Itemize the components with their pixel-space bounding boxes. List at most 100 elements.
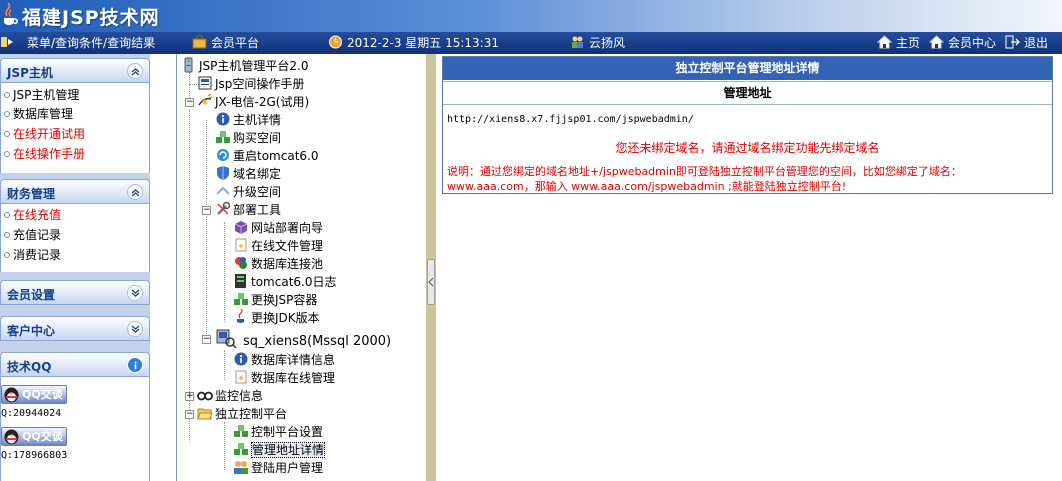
cubes-icon: [234, 293, 248, 305]
tree-tomcat-log[interactable]: tomcat6.0日志: [233, 273, 336, 291]
info-circle-icon: [234, 352, 248, 366]
satellite-icon: [198, 93, 213, 106]
bullet-icon: [4, 111, 10, 117]
tree-root[interactable]: JSP主机管理平台2.0: [181, 57, 308, 75]
java-cup-icon: [4, 2, 18, 25]
qq-chat-button-1[interactable]: QQ交谈: [1, 385, 67, 404]
collapse-icon[interactable]: [127, 63, 143, 79]
tree-host[interactable]: JX-电信-2G(试用): [197, 93, 309, 111]
tree-console[interactable]: 独立控制平台: [197, 405, 287, 423]
menu-toggle[interactable]: 菜单/查询条件/查询结果: [0, 35, 155, 51]
house-icon: [929, 35, 944, 49]
tree-monitor[interactable]: 监控信息: [197, 387, 263, 405]
qq-penguin-icon: [4, 429, 19, 445]
package-icon: [234, 221, 248, 234]
sidebar-item-recharge[interactable]: 在线充值: [3, 206, 61, 224]
tools-icon: [217, 201, 231, 215]
cubes-icon: [216, 131, 230, 143]
tree-database[interactable]: sq_xiens8(Mssql 2000): [215, 328, 391, 349]
splitter-handle[interactable]: [427, 259, 435, 305]
panel-tech-qq-title: 技术QQ: [7, 360, 52, 374]
db-server-icon: [216, 329, 237, 348]
tree-domain-binding[interactable]: 域名绑定: [215, 165, 281, 183]
sidebar-item-consumption-records[interactable]: 消费记录: [3, 246, 61, 264]
left-sidebar: JSP主机 JSP主机管理 数据库管理 在线开通试用 在线操作手册 财务管理 在…: [0, 54, 150, 481]
collapse-icon[interactable]: [127, 184, 143, 200]
member-platform-label: 会员平台: [211, 36, 260, 50]
tree-deploy-tools[interactable]: 部署工具: [215, 201, 281, 219]
detail-note-line-1: 说明：通过您绑定的域名地址+/jspwebadmin即可登陆独立控制平台管理您的…: [447, 165, 962, 178]
tree-change-container[interactable]: 更换JSP容器: [233, 291, 317, 309]
tree-file-manager[interactable]: 在线文件管理: [233, 237, 323, 255]
sidebar-item-trial[interactable]: 在线开通试用: [3, 125, 85, 143]
logout-link[interactable]: 退出: [1005, 35, 1048, 51]
detail-subtitle: 管理地址: [443, 81, 1052, 105]
sidebar-item-db-manage[interactable]: 数据库管理: [3, 105, 73, 123]
folder-open-icon: [197, 408, 213, 420]
qq-number-1: Q:20944024: [1, 408, 62, 419]
menu-arrow-icon: [1, 37, 13, 47]
tree-deploy-wizard[interactable]: 网站部署向导: [233, 219, 323, 237]
info-circle-icon: [216, 112, 230, 126]
panel-jsp-host-header[interactable]: JSP主机: [0, 58, 150, 83]
tree-db-detail[interactable]: 数据库详情信息: [233, 351, 335, 369]
sidebar-item-jsp-host-manage[interactable]: JSP主机管理: [3, 86, 79, 104]
cubes-icon: [234, 425, 248, 437]
panel-tech-qq-body: QQ交谈 Q:20944024 QQ交谈 Q:178966803: [0, 377, 150, 481]
expand-icon[interactable]: [127, 321, 143, 337]
tree-change-jdk[interactable]: 更换JDK版本: [233, 309, 320, 327]
datetime-display: 2012-2-3 星期五 15:13:31: [328, 35, 499, 51]
expand-toggle[interactable]: +: [185, 392, 194, 401]
java-icon: [237, 309, 244, 323]
member-center-label: 会员中心: [948, 36, 997, 50]
collapse-toggle[interactable]: −: [185, 410, 194, 419]
server-icon: [184, 57, 193, 73]
tree-upgrade-space[interactable]: 升级空间: [215, 183, 281, 201]
panel-finance-header[interactable]: 财务管理: [0, 179, 150, 204]
home-label: 主页: [896, 36, 921, 50]
log-icon: [235, 274, 246, 288]
refresh-icon: [217, 149, 229, 161]
panel-customer-center-header[interactable]: 客户中心: [0, 316, 150, 341]
tree-login-user-manage[interactable]: 登陆用户管理: [233, 459, 323, 477]
member-platform-link[interactable]: 会员平台: [192, 35, 259, 51]
panel-member-settings-header[interactable]: 会员设置: [0, 280, 150, 305]
file-star-icon: [235, 370, 247, 384]
qq-chat-button-2[interactable]: QQ交谈: [1, 427, 67, 446]
tree-db-online-manage[interactable]: 数据库在线管理: [233, 369, 335, 387]
bullet-icon: [4, 131, 10, 137]
home-link[interactable]: 主页: [877, 35, 920, 51]
tree-manual[interactable]: Jsp空间操作手册: [197, 75, 304, 93]
sidebar-item-recharge-records[interactable]: 充值记录: [3, 226, 61, 244]
site-title: 福建JSP技术网: [22, 7, 160, 29]
briefcase-icon: [192, 35, 207, 49]
shield-icon: [217, 166, 229, 180]
bullet-icon: [4, 92, 10, 98]
tree-restart-tomcat[interactable]: 重启tomcat6.0: [215, 147, 318, 165]
user-name: 云扬风: [589, 36, 626, 50]
manual-icon: [198, 76, 212, 90]
admin-url: http://xiens8.x7.fjjsp01.com/jspwebadmin…: [447, 114, 694, 125]
frame-splitter[interactable]: [426, 54, 436, 481]
tree-console-settings[interactable]: 控制平台设置: [233, 423, 323, 441]
users-icon: [572, 36, 583, 48]
tree-db-pool[interactable]: 数据库连接池: [233, 255, 323, 273]
detail-note: 说明：通过您绑定的域名地址+/jspwebadmin即可登陆独立控制平台管理您的…: [447, 164, 1047, 194]
globe-icon: [235, 257, 247, 269]
collapse-toggle[interactable]: −: [185, 98, 194, 107]
sidebar-item-manual[interactable]: 在线操作手册: [3, 145, 85, 163]
member-center-link[interactable]: 会员中心: [929, 35, 996, 51]
detail-panel: 独立控制平台管理地址详情 管理地址 http://xiens8.x7.fjjsp…: [442, 56, 1053, 194]
main-content: 独立控制平台管理地址详情 管理地址 http://xiens8.x7.fjjsp…: [436, 54, 1062, 481]
file-star-icon: [235, 238, 247, 252]
collapse-toggle[interactable]: −: [202, 335, 211, 344]
tree-buy-space[interactable]: 购买空间: [215, 129, 281, 147]
logout-icon: [1005, 35, 1020, 49]
panel-finance-title: 财务管理: [7, 187, 56, 201]
detail-note-line-2: www.aaa.com，那输入 www.aaa.com/jspwebadmin …: [447, 180, 847, 193]
tree-host-detail[interactable]: 主机详情: [215, 111, 281, 129]
collapse-toggle[interactable]: −: [202, 206, 211, 215]
tree-admin-address-detail[interactable]: 管理地址详情: [233, 441, 326, 459]
menu-label: 菜单/查询条件/查询结果: [27, 36, 156, 50]
expand-icon[interactable]: [127, 285, 143, 301]
